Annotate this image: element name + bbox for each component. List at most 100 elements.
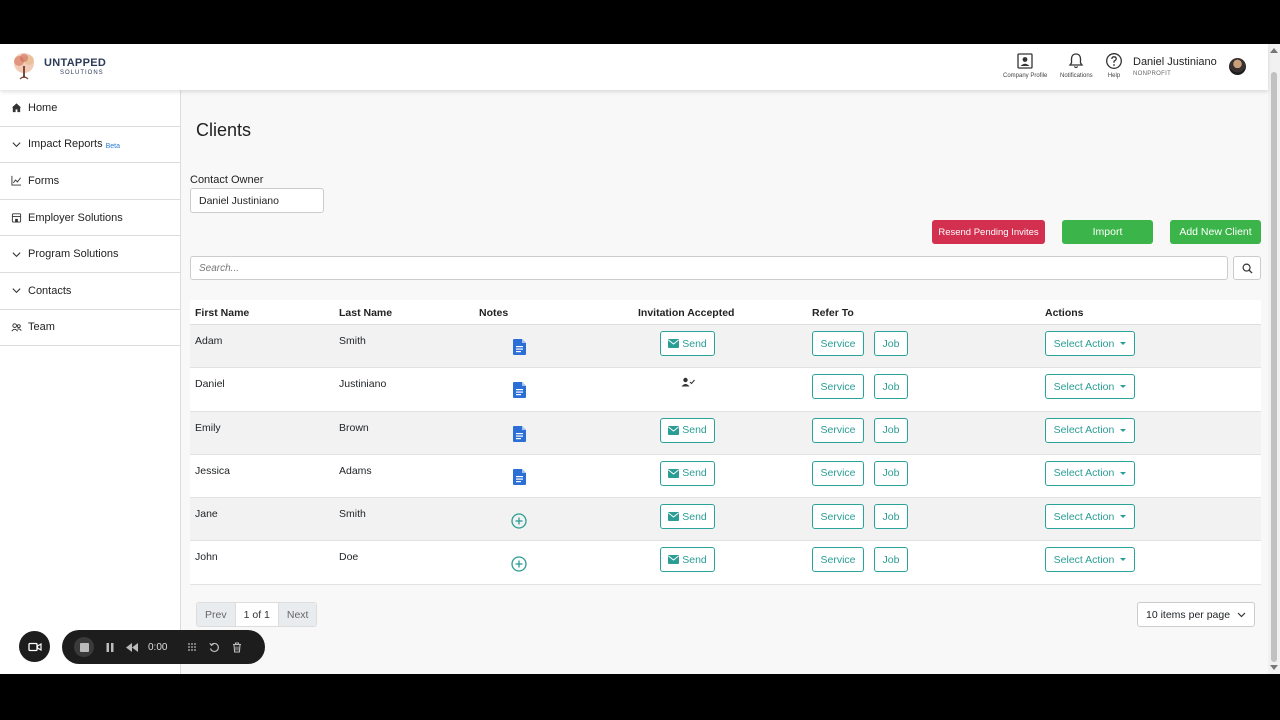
caret-down-icon (1120, 558, 1127, 562)
video-camera-icon (27, 642, 42, 651)
select-action-dropdown[interactable]: Select Action (1045, 331, 1135, 356)
first-name-cell: Jane (195, 508, 218, 521)
import-button[interactable]: Import (1062, 220, 1153, 244)
camera-toggle-button[interactable] (19, 631, 50, 662)
caret-down-icon (1120, 515, 1127, 519)
refer-service-button[interactable]: Service (812, 460, 864, 486)
contact-owner-label: Contact Owner (190, 174, 264, 186)
table-row: Daniel Justiniano Service Job Select Action (190, 368, 1261, 412)
refer-job-button[interactable]: Job (874, 504, 908, 530)
team-icon (10, 321, 22, 333)
sidebar-item-label: Employer Solutions (28, 211, 123, 224)
stop-recording-button[interactable] (74, 637, 94, 657)
search-input[interactable]: Search... (190, 256, 1228, 280)
scroll-down-arrow-icon[interactable] (1270, 665, 1278, 670)
scroll-thumb[interactable] (1271, 72, 1277, 662)
sidebar-item-employer-solutions[interactable]: Employer Solutions (0, 200, 180, 237)
restart-button[interactable] (209, 642, 220, 653)
sidebar-item-label: Contacts (28, 284, 72, 297)
recording-time: 0:00 (148, 641, 168, 653)
send-label: Send (682, 424, 707, 437)
refer-service-button[interactable]: Service (812, 374, 864, 400)
send-invite-button[interactable]: Send (660, 331, 715, 356)
prev-page-button[interactable]: Prev (197, 603, 235, 626)
refer-job-button[interactable]: Job (874, 417, 908, 443)
delete-recording-button[interactable] (232, 642, 242, 653)
table-row: Emily Brown Send Service Job Select Action (190, 411, 1261, 455)
table-body: Adam Smith Send Service Job Select Action Dani… (190, 325, 1261, 585)
notifications-label: Notifications (1060, 73, 1093, 79)
column-header[interactable]: Last Name (339, 307, 392, 319)
app-window: UNTAPPED SOLUTIONS Company Profile Notif… (0, 44, 1280, 674)
select-action-label: Select Action (1053, 424, 1115, 437)
table-row: John Doe Send Service Job Select Action (190, 541, 1261, 585)
search-button[interactable] (1233, 256, 1261, 280)
sidebar-item-impact-reports[interactable]: Impact Reports Beta (0, 127, 180, 164)
items-per-page-select[interactable]: 10 items per page (1137, 602, 1255, 627)
first-name-cell: Emily (195, 421, 221, 434)
sidebar-item-forms[interactable]: Forms (0, 163, 180, 200)
refer-job-button[interactable]: Job (874, 374, 908, 400)
envelope-icon (668, 425, 680, 435)
user-role: NONPROFIT (1133, 71, 1172, 77)
sidebar-item-home[interactable]: Home (0, 90, 180, 127)
scroll-up-arrow-icon[interactable] (1270, 48, 1278, 53)
notifications-button[interactable]: Notifications (1060, 52, 1093, 79)
last-name-cell: Brown (339, 421, 369, 434)
sidebar-item-contacts[interactable]: Contacts (0, 273, 180, 310)
logo-title: UNTAPPED (44, 57, 107, 69)
table-header: First Name Last Name Notes Invitation Ac… (190, 300, 1261, 325)
column-header: Invitation Accepted (638, 307, 735, 319)
select-action-dropdown[interactable]: Select Action (1045, 374, 1135, 400)
sidebar-item-label: Home (28, 101, 58, 114)
refer-service-button[interactable]: Service (812, 331, 864, 356)
company-profile-label: Company Profile (1003, 73, 1048, 79)
tree-logo-icon (14, 53, 34, 80)
refer-job-button[interactable]: Job (874, 460, 908, 486)
user-name[interactable]: Daniel Justiniano (1133, 56, 1217, 68)
drag-grid-icon (188, 643, 197, 651)
send-invite-button[interactable]: Send (660, 417, 715, 443)
select-action-dropdown[interactable]: Select Action (1045, 504, 1135, 530)
first-name-cell: Jessica (195, 464, 231, 477)
sidebar-item-program-solutions[interactable]: Program Solutions (0, 236, 180, 273)
company-profile-button[interactable]: Company Profile (1003, 52, 1047, 79)
help-button[interactable]: Help (1105, 52, 1123, 79)
trash-icon (233, 642, 242, 653)
refer-service-button[interactable]: Service (812, 504, 864, 530)
recording-toolbar: 0:00 (62, 630, 265, 664)
column-header[interactable]: First Name (195, 307, 249, 319)
avatar[interactable] (1229, 58, 1246, 75)
add-new-client-button[interactable]: Add New Client (1170, 220, 1261, 244)
top-navbar: UNTAPPED SOLUTIONS Company Profile Notif… (0, 44, 1268, 90)
send-invite-button[interactable]: Send (660, 504, 715, 530)
send-invite-button[interactable]: Send (660, 547, 715, 573)
resend-pending-invites-button[interactable]: Resend Pending Invites (932, 220, 1045, 244)
select-action-dropdown[interactable]: Select Action (1045, 417, 1135, 443)
refer-job-button[interactable]: Job (874, 547, 908, 573)
select-action-label: Select Action (1053, 380, 1115, 393)
sidebar-item-label: Program Solutions (28, 248, 119, 261)
select-action-dropdown[interactable]: Select Action (1045, 460, 1135, 486)
send-label: Send (682, 337, 707, 350)
rewind-button[interactable] (126, 642, 138, 652)
next-page-button[interactable]: Next (278, 603, 317, 626)
contact-owner-select[interactable]: Daniel Justiniano (190, 188, 324, 213)
page-scrollbar[interactable] (1268, 44, 1280, 674)
pause-button[interactable] (106, 642, 114, 652)
page-title: Clients (196, 120, 252, 140)
column-header: Notes (479, 307, 509, 319)
send-invite-button[interactable]: Send (660, 460, 715, 486)
table-row: Jane Smith Send Service Job Select Action (190, 498, 1261, 542)
last-name-cell: Smith (339, 335, 366, 347)
caret-down-icon (1120, 385, 1127, 389)
sidebar-item-team[interactable]: Team (0, 310, 180, 347)
drag-handle[interactable] (187, 642, 197, 652)
refer-service-button[interactable]: Service (812, 547, 864, 573)
app-logo[interactable]: UNTAPPED SOLUTIONS (8, 48, 130, 86)
last-name-cell: Adams (339, 464, 372, 477)
items-per-page-label: 10 items per page (1146, 608, 1231, 621)
select-action-dropdown[interactable]: Select Action (1045, 547, 1135, 573)
refer-job-button[interactable]: Job (874, 331, 908, 356)
refer-service-button[interactable]: Service (812, 417, 864, 443)
